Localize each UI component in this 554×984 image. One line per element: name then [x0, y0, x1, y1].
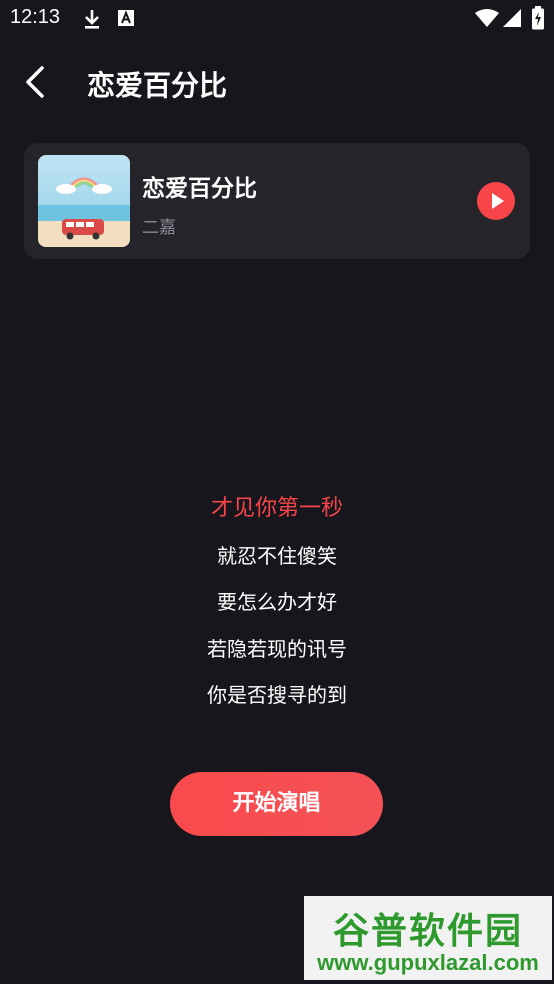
app-header: 恋爱百分比 — [0, 50, 554, 114]
signal-icon — [502, 8, 522, 32]
song-card[interactable]: 恋爱百分比 二嘉 — [24, 143, 530, 259]
play-icon — [492, 193, 504, 209]
page-title: 恋爱百分比 — [87, 69, 228, 102]
wifi-icon — [474, 8, 500, 32]
lyric-line: 就忍不住傻笑 — [217, 543, 337, 568]
back-button[interactable] — [16, 62, 56, 102]
watermark-title: 谷普软件园 — [332, 911, 523, 952]
download-icon — [82, 8, 102, 34]
battery-icon — [531, 6, 545, 34]
start-singing-button[interactable]: 开始演唱 — [170, 772, 383, 836]
album-cover — [38, 155, 130, 247]
watermark: 谷普软件园 www.gupuxlazal.com — [304, 896, 552, 980]
song-artist: 二嘉 — [142, 218, 176, 238]
play-button[interactable] — [477, 182, 515, 220]
lyric-line: 你是否搜寻的到 — [207, 683, 347, 707]
watermark-url: www.gupuxlazal.com — [317, 950, 539, 975]
lyrics-list: 才见你第一秒 就忍不住傻笑 要怎么办才好 若隐若现的讯号 你是否搜寻的到 — [0, 490, 554, 723]
lyric-line: 要怎么办才好 — [217, 590, 337, 614]
song-title: 恋爱百分比 — [142, 176, 257, 202]
lyric-line: 若隐若现的讯号 — [207, 636, 347, 661]
chevron-left-icon — [26, 66, 44, 98]
lyric-line-active: 才见你第一秒 — [210, 496, 343, 521]
status-bar: 12:13 — [0, 0, 554, 38]
font-icon — [117, 8, 135, 32]
status-time: 12:13 — [10, 6, 61, 28]
